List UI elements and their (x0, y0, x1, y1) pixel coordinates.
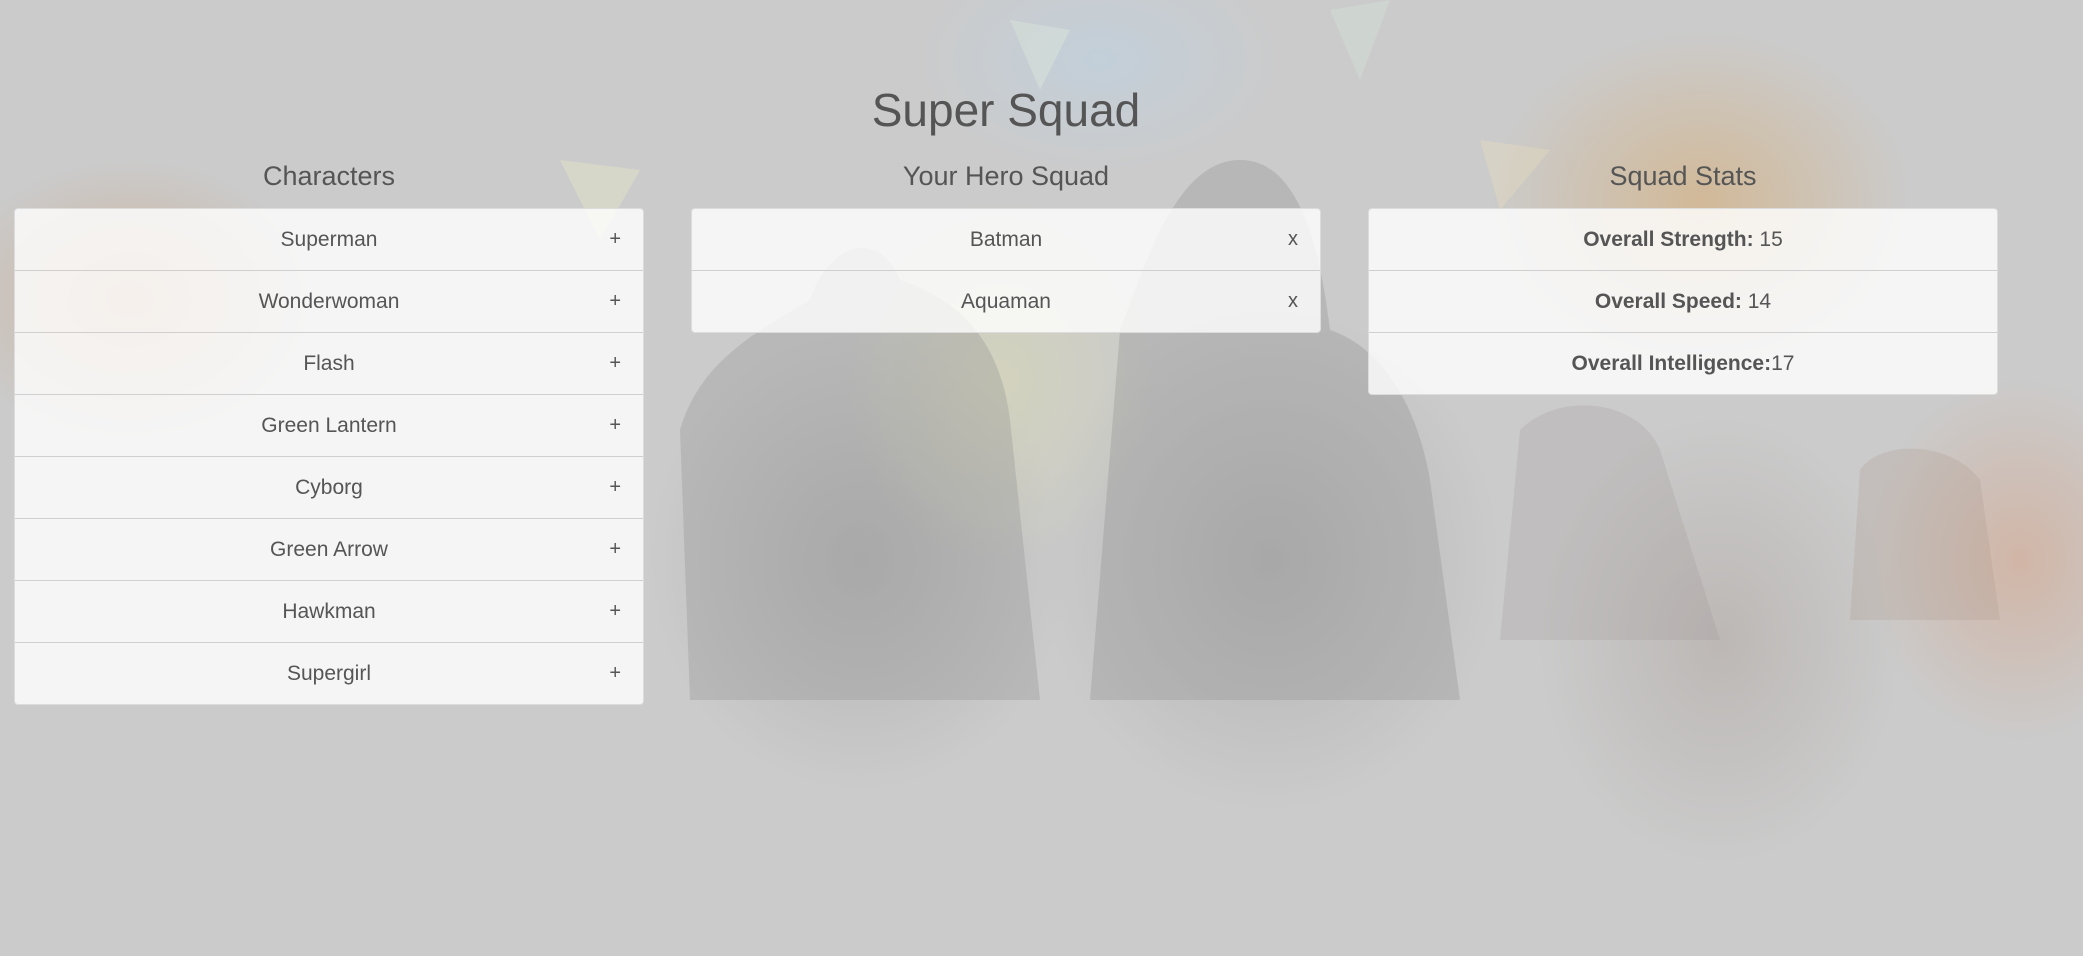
stats-column: Squad Stats Overall Strength: 15 Overall… (1368, 156, 1998, 395)
character-name: Supergirl (286, 662, 372, 685)
stat-value: 15 (1753, 228, 1783, 251)
character-item-green-lantern: Green Lantern + (15, 394, 643, 456)
character-item-supergirl: Supergirl + (15, 642, 643, 704)
add-cyborg-button[interactable]: + (609, 457, 621, 518)
stat-intelligence: Overall Intelligence:17 (1369, 332, 1997, 394)
add-supergirl-button[interactable]: + (609, 643, 621, 704)
stat-strength: Overall Strength: 15 (1369, 209, 1997, 270)
characters-heading: Characters (262, 161, 396, 191)
stat-value: 14 (1741, 290, 1772, 313)
add-wonderwoman-button[interactable]: + (609, 271, 621, 332)
stat-label: Overall Strength: (1583, 228, 1754, 251)
character-name: Hawkman (282, 600, 376, 623)
characters-column: Characters Superman + Wonderwoman + Flas… (14, 156, 644, 705)
character-name: Flash (303, 352, 355, 375)
remove-aquaman-button[interactable]: x (1288, 271, 1298, 332)
squad-column: Your Hero Squad Batman x Aquaman x (691, 156, 1321, 333)
stat-label: Overall Intelligence: (1571, 352, 1772, 375)
squad-item-batman: Batman x (692, 209, 1320, 270)
squad-heading: Your Hero Squad (902, 161, 1110, 191)
remove-batman-button[interactable]: x (1288, 209, 1298, 270)
stat-value: 17 (1771, 352, 1795, 375)
character-name: Superman (280, 228, 378, 251)
add-superman-button[interactable]: + (609, 209, 621, 270)
character-item-green-arrow: Green Arrow + (15, 518, 643, 580)
page-title: Super Squad (871, 84, 1141, 136)
character-item-cyborg: Cyborg + (15, 456, 643, 518)
add-green-lantern-button[interactable]: + (609, 395, 621, 456)
squad-item-aquaman: Aquaman x (692, 270, 1320, 332)
character-name: Wonderwoman (258, 290, 400, 313)
character-name: Cyborg (295, 476, 363, 499)
stats-list: Overall Strength: 15 Overall Speed: 14 O… (1368, 208, 1998, 395)
character-item-superman: Superman + (15, 209, 643, 270)
hero-name: Aquaman (961, 290, 1051, 313)
character-item-flash: Flash + (15, 332, 643, 394)
add-green-arrow-button[interactable]: + (609, 519, 621, 580)
stats-heading: Squad Stats (1609, 161, 1757, 191)
hero-name: Batman (969, 228, 1043, 251)
character-name: Green Lantern (261, 414, 397, 437)
add-hawkman-button[interactable]: + (609, 581, 621, 642)
stat-speed: Overall Speed: 14 (1369, 270, 1997, 332)
squad-list: Batman x Aquaman x (691, 208, 1321, 333)
add-flash-button[interactable]: + (609, 333, 621, 394)
stat-label: Overall Speed: (1594, 290, 1742, 313)
character-name: Green Arrow (270, 538, 388, 561)
page-content: Super Squad Characters Superman + Wonder… (0, 0, 2083, 956)
characters-list: Superman + Wonderwoman + Flash + Green L… (14, 208, 644, 705)
character-item-wonderwoman: Wonderwoman + (15, 270, 643, 332)
character-item-hawkman: Hawkman + (15, 580, 643, 642)
